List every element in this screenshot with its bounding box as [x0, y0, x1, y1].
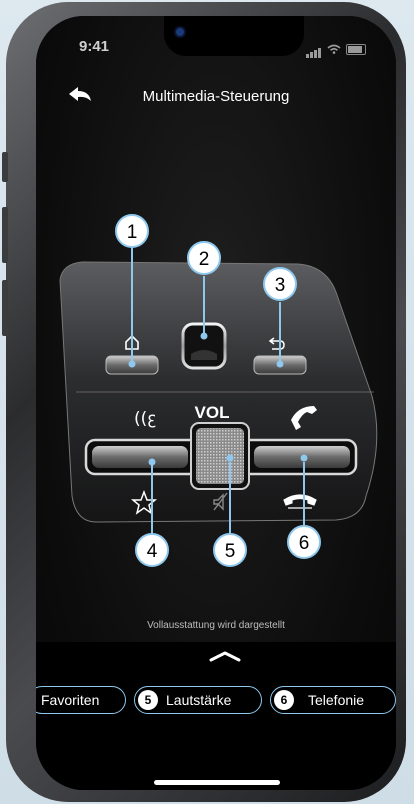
screen: 9:41 Multimedia-Steuerung ((ꜫ VOL 1 2 3 …	[36, 16, 396, 790]
camera-icon	[176, 28, 184, 36]
vol-label: VOL	[195, 403, 230, 422]
callout-3: 3	[263, 267, 297, 301]
chip-number-badge: 5	[138, 690, 158, 710]
silent-switch	[2, 152, 8, 182]
chip-telephony[interactable]: 6 Telefonie	[270, 686, 396, 714]
callout-2: 2	[187, 241, 221, 275]
callout-1: 1	[115, 214, 149, 248]
app-view: 9:41 Multimedia-Steuerung ((ꜫ VOL 1 2 3 …	[36, 16, 396, 790]
svg-text:4: 4	[147, 541, 158, 562]
callout-4: 4	[135, 533, 169, 567]
chevron-up-icon[interactable]	[208, 650, 242, 662]
voice-icon: ((ꜫ	[134, 409, 156, 429]
notch	[164, 16, 304, 56]
chip-label: Favoriten	[41, 692, 100, 708]
steering-wheel-controls: ((ꜫ VOL 1 2 3 4 5 6	[59, 214, 378, 567]
wifi-icon	[327, 44, 341, 54]
volume-up-button	[2, 207, 8, 263]
chip-label: Telefonie	[308, 692, 365, 708]
status-time: 9:41	[79, 38, 110, 55]
svg-text:3: 3	[275, 275, 286, 296]
volume-roller-knurl	[196, 428, 244, 484]
status-icons	[306, 40, 366, 58]
chip-number-badge: 6	[274, 690, 294, 710]
callout-6: 6	[287, 525, 321, 559]
home-indicator[interactable]	[154, 780, 280, 785]
svg-text:5: 5	[225, 541, 236, 562]
bottom-panel: Favoriten 5 Lautstärke 6 Telefonie	[36, 642, 396, 790]
svg-text:1: 1	[127, 222, 138, 243]
callout-5: 5	[213, 533, 247, 567]
volume-down-button	[2, 280, 8, 336]
display-note: Vollausstattung wird dargestellt	[147, 620, 285, 631]
phone-frame: 9:41 Multimedia-Steuerung ((ꜫ VOL 1 2 3 …	[2, 2, 406, 802]
feature-chips: Favoriten 5 Lautstärke 6 Telefonie	[36, 686, 396, 718]
favorites-rocker-left[interactable]	[92, 446, 188, 468]
svg-text:2: 2	[199, 249, 210, 270]
chip-favorites[interactable]: Favoriten	[36, 686, 126, 714]
page-title: Multimedia-Steuerung	[142, 88, 290, 105]
chip-label: Lautstärke	[166, 692, 232, 708]
chip-volume[interactable]: 5 Lautstärke	[134, 686, 262, 714]
svg-text:6: 6	[299, 533, 310, 554]
battery-icon	[346, 43, 366, 55]
signal-icon	[306, 40, 322, 58]
